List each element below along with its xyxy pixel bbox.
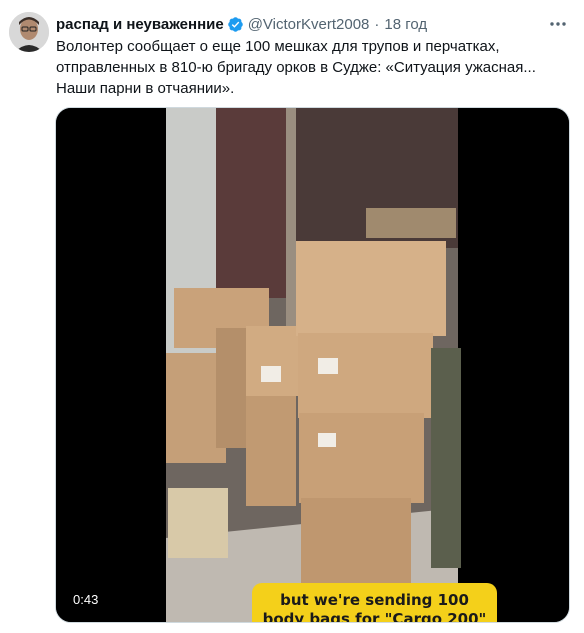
author-name[interactable]: распад и неуваженние (56, 16, 224, 33)
author-handle[interactable]: @VictorKvert2008 (248, 16, 370, 33)
video-player[interactable]: but we're sending 100 body bags for "Car… (55, 107, 570, 623)
video-frame (56, 108, 569, 622)
avatar[interactable] (9, 12, 49, 52)
tweet-header: распад и неуваженние @VictorKvert2008 · … (56, 14, 544, 34)
separator-dot: · (374, 15, 380, 33)
video-duration: 0:43 (73, 592, 99, 607)
avatar-image (9, 12, 49, 52)
tweet-card[interactable]: распад и неуваженние @VictorKvert2008 · … (0, 0, 584, 633)
timestamp[interactable]: 18 год (384, 16, 427, 33)
more-dots-icon[interactable] (546, 14, 570, 34)
video-caption: but we're sending 100 body bags for "Car… (252, 583, 497, 622)
verified-badge-icon (227, 16, 244, 33)
tweet-text: Волонтер сообщает о еще 100 мешках для т… (56, 38, 536, 97)
